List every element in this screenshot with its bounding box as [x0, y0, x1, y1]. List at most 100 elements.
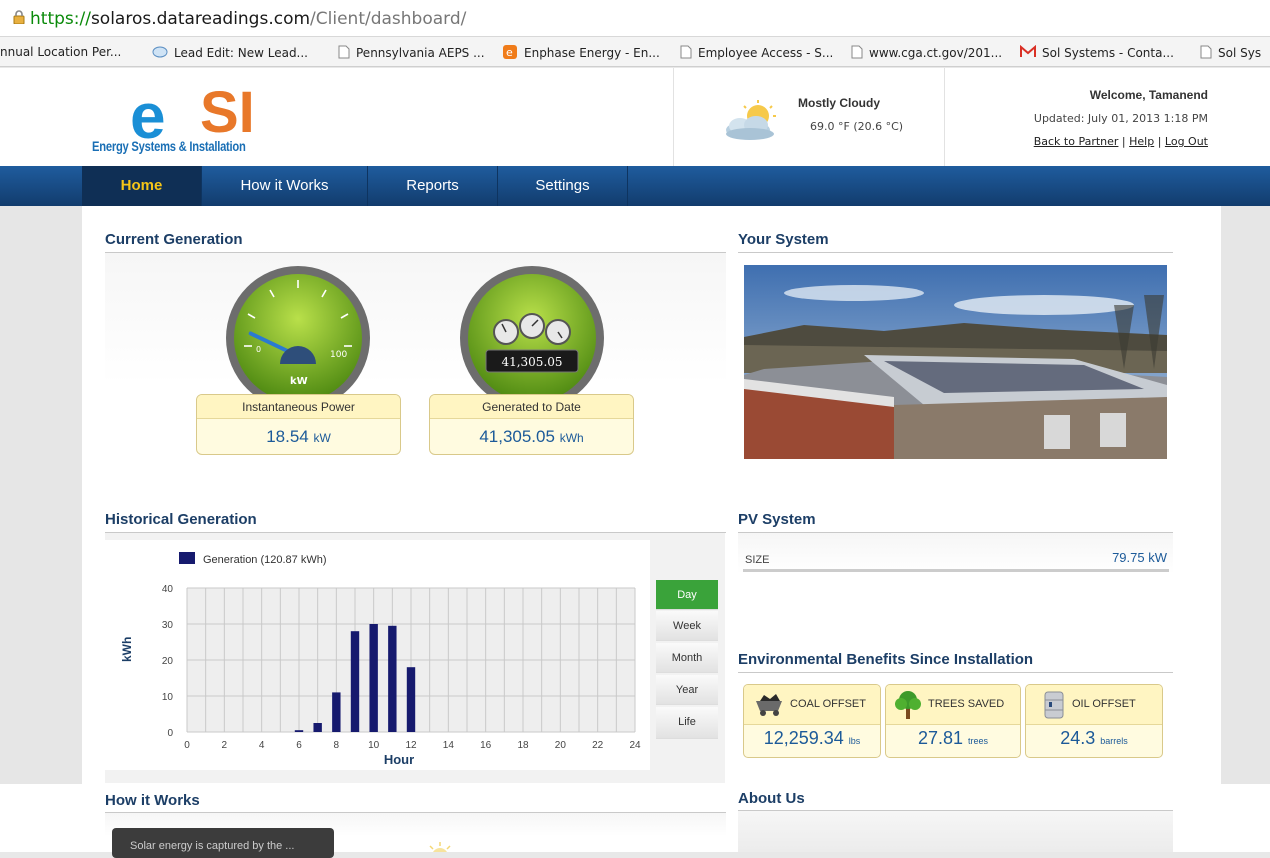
about-us-panel [738, 811, 1173, 852]
chart-bar [332, 692, 341, 732]
legend-label: Generation (120.87 kWh) [203, 554, 327, 566]
trees-saved-card: TREES SAVED 27.81 trees [885, 684, 1021, 758]
bookmark-item[interactable]: Sol Systems - Conta... [1020, 45, 1174, 60]
log-out-link[interactable]: Log Out [1165, 135, 1208, 148]
chart-x-tick-label: 22 [592, 740, 604, 751]
updated-timestamp: Updated: July 01, 2013 1:18 PM [1033, 112, 1208, 125]
chart-x-axis-label: Hour [384, 752, 414, 767]
legend-swatch [179, 552, 195, 564]
coal-offset-label: COAL OFFSET [790, 698, 866, 710]
chart-x-tick-label: 18 [517, 740, 529, 751]
section-divider [738, 252, 1173, 253]
chart-x-tick-label: 24 [629, 740, 641, 751]
oil-offset-label: OIL OFFSET [1072, 698, 1136, 710]
environmental-benefits-title: Environmental Benefits Since Installatio… [738, 651, 1034, 668]
bookmark-item[interactable]: Employee Access - S... [680, 45, 833, 60]
chart-y-tick-label: 30 [162, 620, 174, 631]
instantaneous-power-value: 18.54 kW [266, 427, 331, 446]
bookmark-item[interactable]: Sol Sys [1200, 45, 1261, 60]
historical-generation-title: Historical Generation [105, 511, 257, 528]
help-link[interactable]: Help [1129, 135, 1154, 148]
chart-bar [313, 723, 322, 732]
chart-x-tick-label: 8 [334, 740, 340, 751]
nav-settings[interactable]: Settings [498, 166, 628, 206]
page-icon [1200, 45, 1212, 59]
gmail-icon [1020, 45, 1036, 57]
nav-home[interactable]: Home [82, 166, 202, 206]
nav-reports[interactable]: Reports [368, 166, 498, 206]
chart-bar [406, 667, 416, 732]
enphase-icon: e [503, 45, 517, 59]
bookmark-item[interactable]: e Enphase Energy - En... [502, 45, 660, 60]
page-gutter-left [0, 138, 82, 784]
generated-to-date-value: 41,305.05 kWh [479, 427, 584, 446]
gauge-max-label: 100 [330, 350, 347, 360]
range-month-button[interactable]: Month [656, 643, 718, 673]
power-gauge: 0 100 kW [226, 266, 370, 396]
bookmark-item[interactable]: nnual Location Per... [0, 45, 121, 59]
your-system-title: Your System [738, 231, 829, 248]
chart-y-tick-label: 40 [162, 584, 174, 595]
page-icon [680, 45, 692, 59]
chart-x-tick-label: 0 [184, 740, 190, 751]
section-divider [738, 672, 1173, 673]
pv-size-row: SIZE 79.75 kW [743, 548, 1169, 572]
chart-bar [369, 624, 378, 732]
about-us-title: About Us [738, 790, 805, 807]
chart-y-tick-label: 10 [162, 692, 174, 703]
chart-x-tick-label: 2 [222, 740, 228, 751]
lock-icon [13, 10, 25, 24]
pv-size-value: 79.75 kW [1112, 550, 1167, 565]
pv-size-label: SIZE [745, 554, 770, 566]
pv-system-title: PV System [738, 511, 816, 528]
oil-offset-card: OIL OFFSET 24.3 barrels [1025, 684, 1163, 758]
generated-to-date-card: Generated to Date 41,305.05 kWh [429, 394, 634, 455]
coal-offset-value: 12,259.34 lbs [763, 728, 861, 748]
energy-meter: 41,305.05 [460, 266, 604, 396]
trees-saved-label: TREES SAVED [928, 698, 1005, 710]
back-to-partner-link[interactable]: Back to Partner [1034, 135, 1119, 148]
address-bar[interactable]: https://solaros.datareadings.com/Client/… [0, 0, 1270, 37]
chart-x-tick-label: 10 [368, 740, 380, 751]
oil-offset-value: 24.3 barrels [1060, 728, 1128, 748]
chart-bar [294, 730, 304, 732]
coal-offset-card: COAL OFFSET 12,259.34 lbs [743, 684, 881, 758]
sun-icon [429, 842, 451, 852]
range-year-button[interactable]: Year [656, 675, 718, 705]
system-photo [744, 265, 1167, 459]
chart-bar [388, 625, 397, 732]
chart-bar [350, 631, 360, 732]
chart-x-tick-label: 4 [259, 740, 265, 751]
chart-y-tick-label: 0 [167, 728, 173, 739]
trees-saved-value: 27.81 trees [917, 728, 989, 748]
range-week-button[interactable]: Week [656, 611, 718, 641]
bookmarks-bar: nnual Location Per... Lead Edit: New Lea… [0, 37, 1270, 67]
range-life-button[interactable]: Life [656, 707, 718, 739]
logo-tagline: Energy Systems & Installation [92, 138, 246, 154]
chart-y-tick-label: 20 [162, 656, 174, 667]
chart-x-tick-label: 12 [405, 740, 417, 751]
bookmark-item[interactable]: Pennsylvania AEPS ... [338, 45, 485, 60]
url-text[interactable]: https://solaros.datareadings.com/Client/… [30, 9, 466, 29]
page-icon [338, 45, 350, 59]
current-generation-title: Current Generation [105, 231, 243, 248]
chart-x-tick-label: 14 [443, 740, 455, 751]
gauge-unit-label: kW [290, 376, 308, 387]
logo-si: SI [200, 80, 255, 145]
welcome-text: Welcome, Tamanend [1089, 88, 1208, 102]
weather-condition: Mostly Cloudy [798, 96, 881, 110]
instantaneous-power-card: Instantaneous Power 18.54 kW [196, 394, 401, 455]
tree-icon [895, 691, 921, 719]
bookmark-item[interactable]: Lead Edit: New Lead... [150, 45, 308, 60]
how-it-works-caption: Solar energy is captured by the ... [112, 828, 334, 858]
nav-how-it-works[interactable]: How it Works [202, 166, 368, 206]
oil-barrel-icon [1044, 691, 1064, 719]
page-gutter-right [1221, 138, 1270, 784]
odometer-readout: 41,305.05 [501, 355, 562, 369]
chat-bubble-icon [152, 46, 168, 58]
chart-x-tick-label: 16 [480, 740, 492, 751]
bookmark-item[interactable]: www.cga.ct.gov/201... [851, 45, 1002, 60]
weather-temperature: 69.0 °F (20.6 °C) [810, 120, 904, 133]
gauge-min-label: 0 [256, 345, 261, 354]
range-day-button[interactable]: Day [656, 580, 718, 610]
